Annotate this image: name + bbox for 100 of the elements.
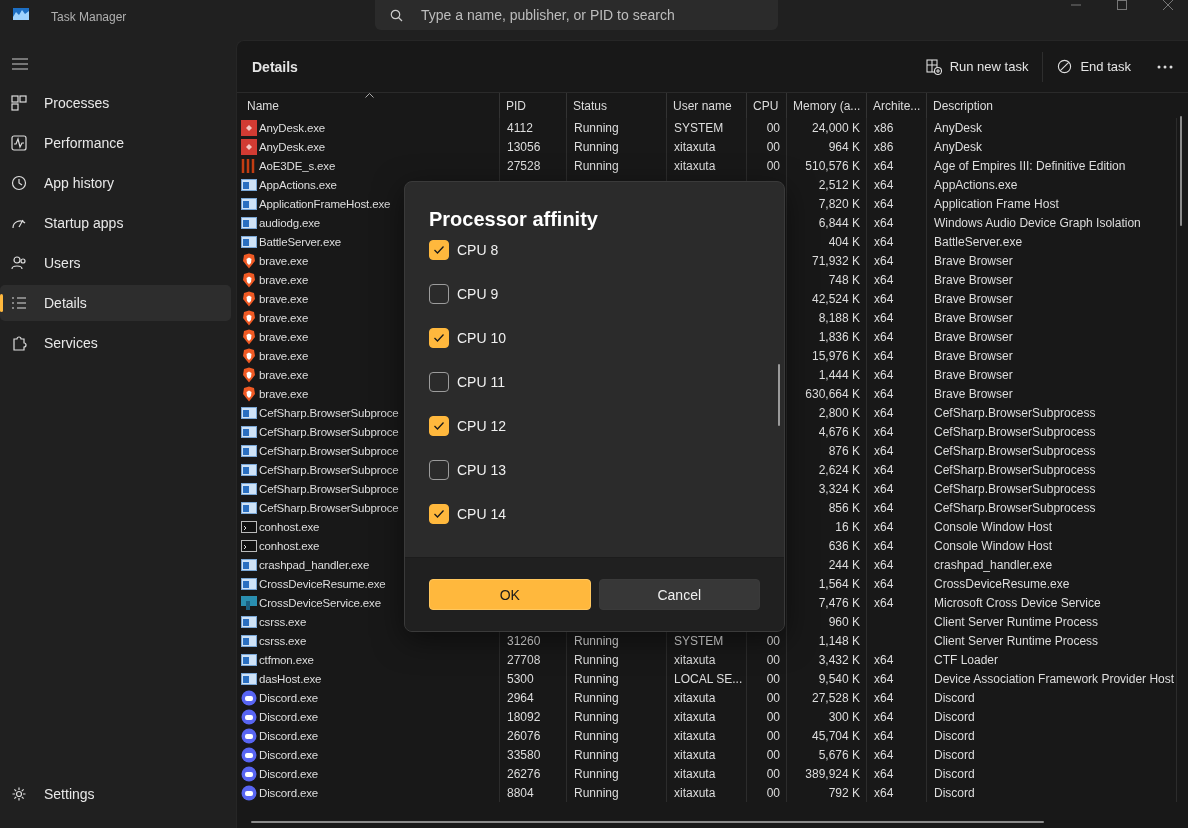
close-icon[interactable] <box>1163 0 1173 10</box>
checkbox[interactable] <box>429 328 449 348</box>
window-icon <box>241 556 257 573</box>
memory-cell: 630,664 K <box>805 386 860 401</box>
name-cell: conhost.exe <box>259 520 320 533</box>
description-cell: Age of Empires III: Definitive Edition <box>934 158 1126 173</box>
checkbox[interactable] <box>429 372 449 392</box>
run-new-task-button[interactable]: Run new task <box>925 52 1029 81</box>
cpu-cell: 00 <box>766 120 780 135</box>
memory-cell: 1,836 K <box>818 329 860 344</box>
checkbox[interactable] <box>429 240 449 260</box>
checkbox[interactable] <box>429 460 449 480</box>
memory-cell: 7,820 K <box>818 196 860 211</box>
architecture-cell: x64 <box>874 291 894 306</box>
description-cell: Discord <box>934 709 975 724</box>
grid-icon <box>11 95 27 111</box>
cancel-button[interactable]: Cancel <box>598 579 760 610</box>
description-cell: Discord <box>934 785 975 800</box>
memory-cell: 2,800 K <box>818 405 860 420</box>
window-icon <box>241 461 257 478</box>
name-cell: csrss.exe <box>259 634 307 647</box>
pulse-icon <box>11 135 27 151</box>
controller-icon <box>241 784 257 801</box>
checkmark-icon <box>433 333 445 343</box>
cpu-cell: 00 <box>766 652 780 667</box>
architecture-cell: x64 <box>874 576 894 591</box>
checkbox-label[interactable]: CPU 12 <box>457 418 507 434</box>
menu-icon[interactable] <box>12 58 28 70</box>
pid-cell: 33580 <box>507 747 541 762</box>
name-cell: ctfmon.exe <box>259 653 314 666</box>
description-cell: CTF Loader <box>934 652 999 667</box>
window-icon <box>241 670 257 687</box>
bars-icon <box>241 157 257 174</box>
search-field[interactable]: Type a name, publisher, or PID to search <box>375 0 778 30</box>
settings-item[interactable]: Settings <box>0 776 231 812</box>
architecture-cell: x64 <box>874 196 894 211</box>
name-cell: CefSharp.BrowserSubproce <box>259 444 399 457</box>
architecture-cell: x64 <box>874 728 894 743</box>
scrollbar[interactable] <box>251 821 1044 823</box>
checkbox-label[interactable]: CPU 10 <box>457 330 507 346</box>
column-header[interactable]: Archite... <box>867 93 927 118</box>
column-header[interactable]: User name <box>667 93 747 118</box>
memory-cell: 1,148 K <box>818 633 860 648</box>
lion-shield-icon <box>241 252 257 269</box>
name-cell: CefSharp.BrowserSubproce <box>259 406 399 419</box>
controller-icon <box>241 727 257 744</box>
checkmark-icon <box>433 421 445 431</box>
description-cell: crashpad_handler.exe <box>934 557 1053 572</box>
name-cell: brave.exe <box>259 273 309 286</box>
user-cell: SYSTEM <box>674 120 724 135</box>
history-icon <box>11 175 27 191</box>
scrollbar[interactable] <box>778 364 780 426</box>
sidebar-item[interactable]: Processes <box>0 85 231 121</box>
checkbox-label[interactable]: CPU 11 <box>457 374 505 390</box>
sidebar-item[interactable]: Services <box>0 325 231 361</box>
pid-cell: 31260 <box>507 633 541 648</box>
ok-button[interactable]: OK <box>429 579 591 610</box>
column-header[interactable]: Name <box>237 93 500 118</box>
description-cell: Client Server Runtime Process <box>934 633 1099 648</box>
sidebar-item[interactable]: App history <box>0 165 231 201</box>
sidebar-item[interactable]: Details <box>0 285 231 321</box>
checkbox-label[interactable]: CPU 13 <box>457 462 507 478</box>
scrollbar[interactable] <box>1180 116 1182 226</box>
memory-cell: 3,432 K <box>818 652 860 667</box>
sidebar-item[interactable]: Startup apps <box>0 205 231 241</box>
cpu-cell: 00 <box>766 709 780 724</box>
checkbox-label[interactable]: CPU 9 <box>457 286 499 302</box>
lion-shield-icon <box>241 290 257 307</box>
name-cell: conhost.exe <box>259 539 320 552</box>
checkbox-label[interactable]: CPU 14 <box>457 506 507 522</box>
sidebar-item[interactable]: Users <box>0 245 231 281</box>
checkbox[interactable] <box>429 504 449 524</box>
memory-cell: 748 K <box>828 272 860 287</box>
cpu-cell: 00 <box>766 671 780 686</box>
checkbox[interactable] <box>429 284 449 304</box>
description-cell: Brave Browser <box>934 348 1013 363</box>
description-cell: Brave Browser <box>934 253 1013 268</box>
column-header[interactable]: Description <box>927 93 1177 118</box>
description-cell: Brave Browser <box>934 291 1013 306</box>
memory-cell: 27,528 K <box>811 690 860 705</box>
description-cell: CrossDeviceResume.exe <box>934 576 1070 591</box>
column-header[interactable]: CPU <box>747 93 787 118</box>
column-header[interactable]: Memory (a... <box>787 93 867 118</box>
column-header[interactable]: Status <box>567 93 667 118</box>
more-icon[interactable] <box>1157 64 1173 69</box>
column-header[interactable]: PID <box>500 93 567 118</box>
name-cell: dasHost.exe <box>259 672 322 685</box>
checkbox-label[interactable]: CPU 8 <box>457 242 499 258</box>
end-task-button[interactable]: End task <box>1057 53 1131 80</box>
name-cell: Discord.exe <box>259 710 319 723</box>
window-icon <box>241 404 257 421</box>
architecture-cell: x64 <box>874 443 894 458</box>
user-cell: xitaxuta <box>674 747 716 762</box>
cpu-cell: 00 <box>766 690 780 705</box>
architecture-cell: x64 <box>874 557 894 572</box>
sidebar-item[interactable]: Performance <box>0 125 231 161</box>
maximize-icon[interactable] <box>1117 0 1127 10</box>
architecture-cell: x64 <box>874 310 894 325</box>
list-icon <box>11 295 27 311</box>
checkbox[interactable] <box>429 416 449 436</box>
